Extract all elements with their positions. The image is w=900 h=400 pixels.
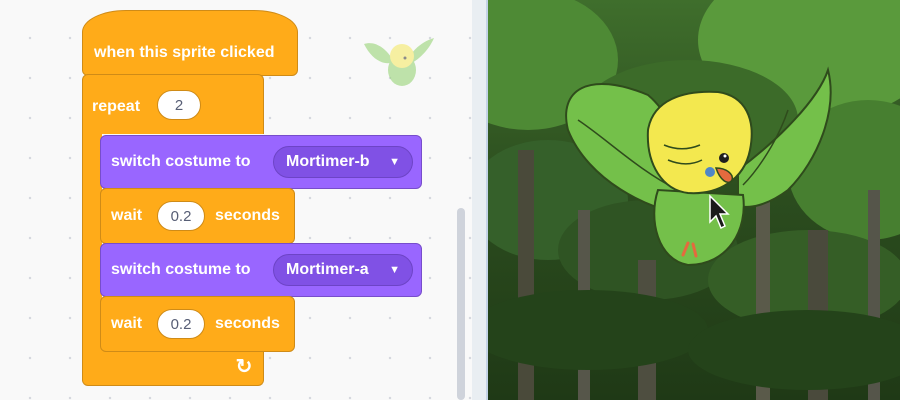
stage[interactable] xyxy=(486,0,900,400)
caret-down-icon: ▼ xyxy=(389,156,400,168)
switch-costume-label-2: switch costume to xyxy=(111,261,251,278)
switch-costume-label-1: switch costume to xyxy=(111,153,251,170)
pane-divider xyxy=(472,0,486,400)
costume-dropdown-1[interactable]: Mortimer-b ▼ xyxy=(273,146,413,178)
wait-seconds-input-2[interactable]: 0.2 xyxy=(157,309,205,339)
switch-costume-block-1[interactable]: switch costume to Mortimer-b ▼ xyxy=(100,135,422,189)
wait-block-1[interactable]: wait 0.2 seconds xyxy=(100,188,295,244)
costume-dropdown-value-2: Mortimer-a xyxy=(286,261,369,278)
wait-seconds-input-1[interactable]: 0.2 xyxy=(157,201,205,231)
code-area[interactable]: when this sprite clicked repeat 2 ↻ swit… xyxy=(0,0,472,400)
wait-seconds-label-1: seconds xyxy=(215,207,280,224)
repeat-block[interactable]: repeat 2 xyxy=(82,74,264,134)
repeat-count-input[interactable]: 2 xyxy=(157,90,201,120)
wait-label-2: wait xyxy=(111,315,143,332)
when-sprite-clicked-block[interactable]: when this sprite clicked xyxy=(82,10,298,76)
switch-costume-block-2[interactable]: switch costume to Mortimer-a ▼ xyxy=(100,243,422,297)
sprite-thumbnail xyxy=(364,38,434,86)
repeat-label: repeat xyxy=(92,98,141,115)
caret-down-icon: ▼ xyxy=(389,264,400,276)
wait-label-1: wait xyxy=(111,207,143,224)
costume-dropdown-2[interactable]: Mortimer-a ▼ xyxy=(273,254,413,286)
repeat-block-arm xyxy=(82,132,102,352)
wait-block-2[interactable]: wait 0.2 seconds xyxy=(100,296,295,352)
repeat-block-bottom: ↻ xyxy=(82,350,264,386)
code-area-scrollbar[interactable] xyxy=(457,208,465,400)
wait-seconds-label-2: seconds xyxy=(215,315,280,332)
hat-block-label: when this sprite clicked xyxy=(94,44,275,61)
stage-canvas[interactable] xyxy=(488,0,900,400)
costume-dropdown-value-1: Mortimer-b xyxy=(286,153,370,170)
loop-arrow-icon: ↻ xyxy=(235,356,253,378)
